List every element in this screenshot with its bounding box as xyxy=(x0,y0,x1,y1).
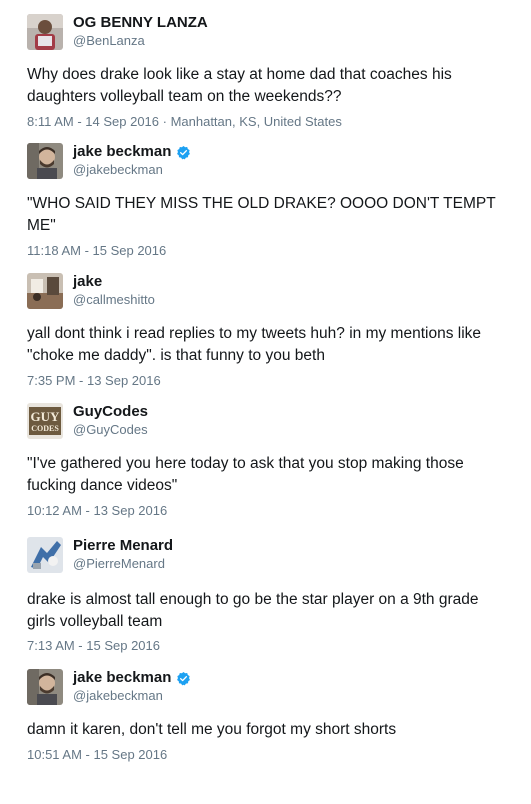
display-name-text[interactable]: OG BENNY LANZA xyxy=(73,14,208,32)
guy-codes-logo[interactable]: GUY CODES xyxy=(27,403,63,439)
display-name[interactable]: Pierre Menard xyxy=(73,537,173,555)
display-name[interactable]: jake beckman xyxy=(73,669,191,687)
user-avatar-icon[interactable] xyxy=(27,537,63,573)
tweet-timestamp[interactable]: 7:13 AM - 15 Sep 2016 xyxy=(27,638,160,654)
user-handle[interactable]: @GuyCodes xyxy=(73,422,148,438)
tweet-timestamp[interactable]: 11:18 AM - 15 Sep 2016 xyxy=(27,243,166,259)
display-name-text[interactable]: jake xyxy=(73,273,102,291)
tweet-timestamp[interactable]: 8:11 AM - 14 Sep 2016 · Manhattan, KS, U… xyxy=(27,114,342,130)
display-name-text[interactable]: jake beckman xyxy=(73,669,171,687)
logo-text-codes: CODES xyxy=(31,424,59,433)
display-name[interactable]: GuyCodes xyxy=(73,403,148,421)
tweet-text: yall dont think i read replies to my twe… xyxy=(27,325,482,364)
display-name-text[interactable]: Pierre Menard xyxy=(73,537,173,555)
user-avatar-icon[interactable] xyxy=(27,273,63,309)
tweet-text: drake is almost tall enough to go be the… xyxy=(27,591,479,630)
user-avatar-icon[interactable] xyxy=(27,143,63,179)
user-avatar-icon[interactable] xyxy=(27,14,63,50)
display-name-text[interactable]: GuyCodes xyxy=(73,403,148,421)
tweet-text: "WHO SAID THEY MISS THE OLD DRAKE? OOOO … xyxy=(27,195,496,234)
user-handle[interactable]: @jakebeckman xyxy=(73,688,163,704)
display-name[interactable]: jake beckman xyxy=(73,143,191,161)
user-handle[interactable]: @PierreMenard xyxy=(73,556,165,572)
verified-badge-icon xyxy=(176,145,191,160)
tweet-timestamp[interactable]: 10:51 AM - 15 Sep 2016 xyxy=(27,747,167,763)
tweet-text: damn it karen, don't tell me you forgot … xyxy=(27,721,397,738)
tweet-text: Why does drake look like a stay at home … xyxy=(27,66,452,105)
display-name[interactable]: jake xyxy=(73,273,102,291)
tweet-text: "I've gathered you here today to ask tha… xyxy=(27,455,464,494)
user-avatar-icon[interactable] xyxy=(27,669,63,705)
verified-badge-icon xyxy=(176,671,191,686)
tweet-timestamp[interactable]: 7:35 PM - 13 Sep 2016 xyxy=(27,373,161,389)
display-name-text[interactable]: jake beckman xyxy=(73,143,171,161)
display-name[interactable]: OG BENNY LANZA xyxy=(73,14,208,32)
user-handle[interactable]: @jakebeckman xyxy=(73,162,163,178)
tweet-timestamp[interactable]: 10:12 AM - 13 Sep 2016 xyxy=(27,503,167,519)
logo-text-guy: GUY xyxy=(31,409,61,424)
user-handle[interactable]: @callmeshitto xyxy=(73,292,155,308)
user-handle[interactable]: @BenLanza xyxy=(73,33,145,49)
